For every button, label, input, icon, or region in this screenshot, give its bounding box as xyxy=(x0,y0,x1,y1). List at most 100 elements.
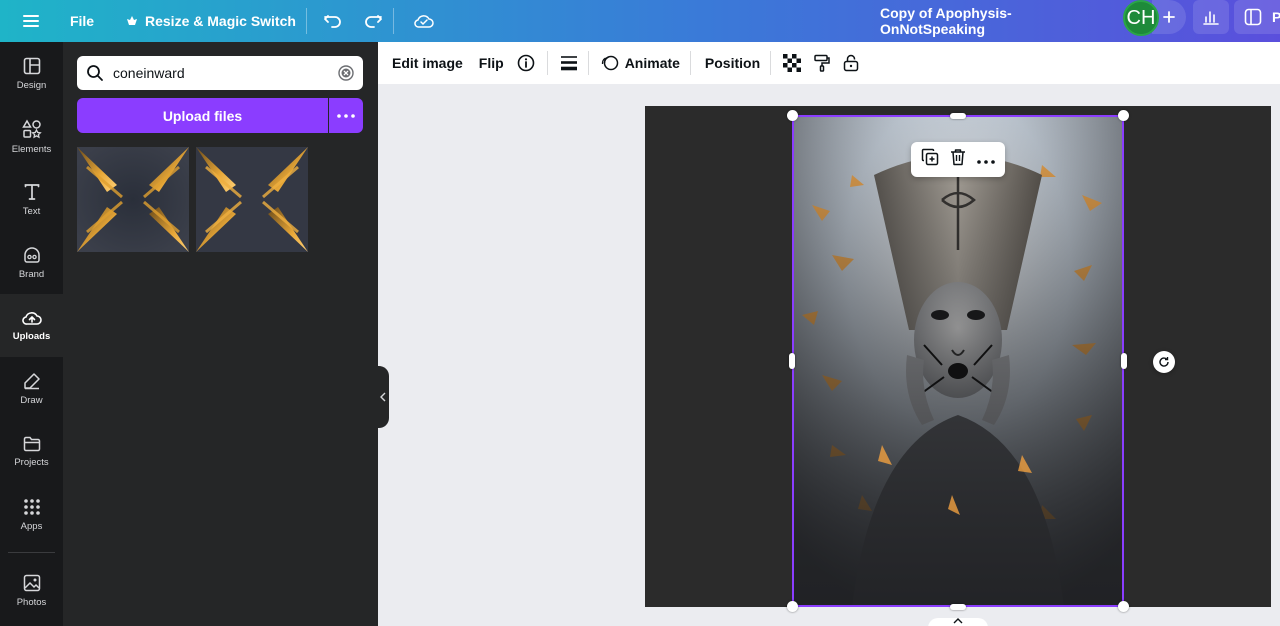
clear-search-button[interactable] xyxy=(329,65,363,81)
insights-button[interactable] xyxy=(1193,0,1229,34)
rail-item-photos[interactable]: Photos xyxy=(0,559,63,622)
delete-button[interactable] xyxy=(950,148,966,171)
resize-handle-left[interactable] xyxy=(789,353,795,369)
cloud-check-icon xyxy=(414,15,434,28)
upload-files-button[interactable]: Upload files xyxy=(77,98,328,133)
present-button[interactable]: Pr xyxy=(1234,0,1280,34)
trash-icon xyxy=(950,149,965,166)
rail-label: Draw xyxy=(20,394,43,406)
design-icon xyxy=(23,57,40,74)
file-menu-button[interactable]: File xyxy=(62,0,102,42)
upload-more-options-button[interactable] xyxy=(329,98,363,133)
transparency-icon xyxy=(783,54,802,72)
resize-handle-top[interactable] xyxy=(950,113,966,119)
show-pages-button[interactable] xyxy=(928,618,988,626)
info-icon xyxy=(517,54,534,72)
unlock-icon xyxy=(843,54,859,72)
save-status-button[interactable] xyxy=(400,0,448,42)
undo-button[interactable] xyxy=(313,0,353,42)
resize-handle-right[interactable] xyxy=(1121,353,1127,369)
rail-label: Projects xyxy=(14,456,49,468)
toolbar-divider xyxy=(689,51,691,75)
resize-handle-bottom-left[interactable] xyxy=(787,601,798,612)
resize-label: Resize & Magic Switch xyxy=(145,13,296,29)
collapse-panel-button[interactable] xyxy=(377,366,389,428)
edit-image-button[interactable]: Edit image xyxy=(392,42,463,84)
more-horizontal-icon xyxy=(977,159,996,164)
rail-item-brand[interactable]: Brand xyxy=(0,231,63,294)
more-options-button[interactable] xyxy=(977,151,996,169)
more-horizontal-icon xyxy=(337,113,355,118)
uploaded-image-thumbnail[interactable] xyxy=(77,147,189,252)
rail-item-design[interactable]: Design xyxy=(0,42,63,105)
uploads-panel: Upload files xyxy=(63,42,378,626)
toolbar-divider xyxy=(587,51,589,75)
bar-chart-icon xyxy=(1203,11,1219,25)
resize-magic-switch-button[interactable]: Resize & Magic Switch xyxy=(116,0,306,42)
crown-icon xyxy=(127,16,137,25)
copy-style-button[interactable] xyxy=(813,42,831,84)
rotate-handle[interactable] xyxy=(1153,351,1175,373)
duplicate-icon xyxy=(921,148,938,166)
redo-icon xyxy=(365,15,382,28)
topbar-divider xyxy=(392,8,394,34)
border-style-button[interactable] xyxy=(560,42,578,84)
plus-icon xyxy=(1163,11,1175,23)
rail-label: Text xyxy=(22,205,41,217)
search-box[interactable] xyxy=(77,56,363,90)
document-title[interactable]: Copy of Apophysis-OnNotSpeaking xyxy=(880,0,1112,42)
upload-bar: Upload files xyxy=(77,98,363,133)
rail-item-projects[interactable]: Projects xyxy=(0,420,63,483)
avatar[interactable]: CH xyxy=(1123,0,1159,36)
info-button[interactable] xyxy=(517,42,535,84)
animate-label: Animate xyxy=(624,55,680,71)
apps-grid-icon xyxy=(23,498,40,515)
elements-icon xyxy=(21,119,42,138)
selection-frame xyxy=(792,115,1124,607)
duplicate-button[interactable] xyxy=(921,148,939,171)
text-icon xyxy=(24,183,39,200)
resize-handle-bottom[interactable] xyxy=(950,604,966,610)
brand-icon xyxy=(23,246,40,263)
line-weight-icon xyxy=(560,56,577,71)
animate-icon xyxy=(601,55,618,71)
flip-button[interactable]: Flip xyxy=(479,42,504,84)
draw-icon xyxy=(23,372,40,389)
chevron-left-icon xyxy=(380,392,386,402)
toolbar-divider xyxy=(770,51,772,75)
uploaded-image-thumbnail[interactable] xyxy=(196,147,308,252)
position-button[interactable]: Position xyxy=(705,42,760,84)
rail-item-uploads[interactable]: Uploads xyxy=(0,294,63,357)
photo-icon xyxy=(23,574,40,591)
rail-item-apps[interactable]: Apps xyxy=(0,483,63,546)
rail-label: Design xyxy=(16,79,47,91)
rail-label: Photos xyxy=(16,596,47,608)
hamburger-icon xyxy=(23,15,39,27)
rail-label: Elements xyxy=(11,143,52,155)
main-menu-button[interactable] xyxy=(0,0,62,42)
resize-handle-top-left[interactable] xyxy=(787,110,798,121)
upload-cloud-icon xyxy=(21,311,42,325)
rail-label: Brand xyxy=(18,268,45,280)
rail-label: Uploads xyxy=(12,330,51,342)
present-label: Pr xyxy=(1272,9,1280,25)
element-quick-actions xyxy=(911,142,1005,177)
chevron-up-icon xyxy=(953,618,963,624)
lock-button[interactable] xyxy=(843,42,859,84)
rail-item-draw[interactable]: Draw xyxy=(0,357,63,420)
rail-divider xyxy=(8,552,55,553)
animate-button[interactable]: Animate xyxy=(601,42,680,84)
present-icon xyxy=(1244,8,1262,26)
undo-icon xyxy=(324,15,341,28)
rail-item-elements[interactable]: Elements xyxy=(0,105,63,168)
context-toolbar: Edit image Flip Animate Position xyxy=(378,42,1280,84)
rail-item-text[interactable]: Text xyxy=(0,168,63,231)
toolbar-divider xyxy=(546,51,548,75)
left-rail: Design Elements Text Brand Uploads Draw … xyxy=(0,42,63,626)
paint-roller-icon xyxy=(814,54,830,72)
redo-button[interactable] xyxy=(353,0,393,42)
transparency-button[interactable] xyxy=(783,42,802,84)
search-input[interactable] xyxy=(113,65,329,81)
resize-handle-bottom-right[interactable] xyxy=(1118,601,1129,612)
resize-handle-top-right[interactable] xyxy=(1118,110,1129,121)
